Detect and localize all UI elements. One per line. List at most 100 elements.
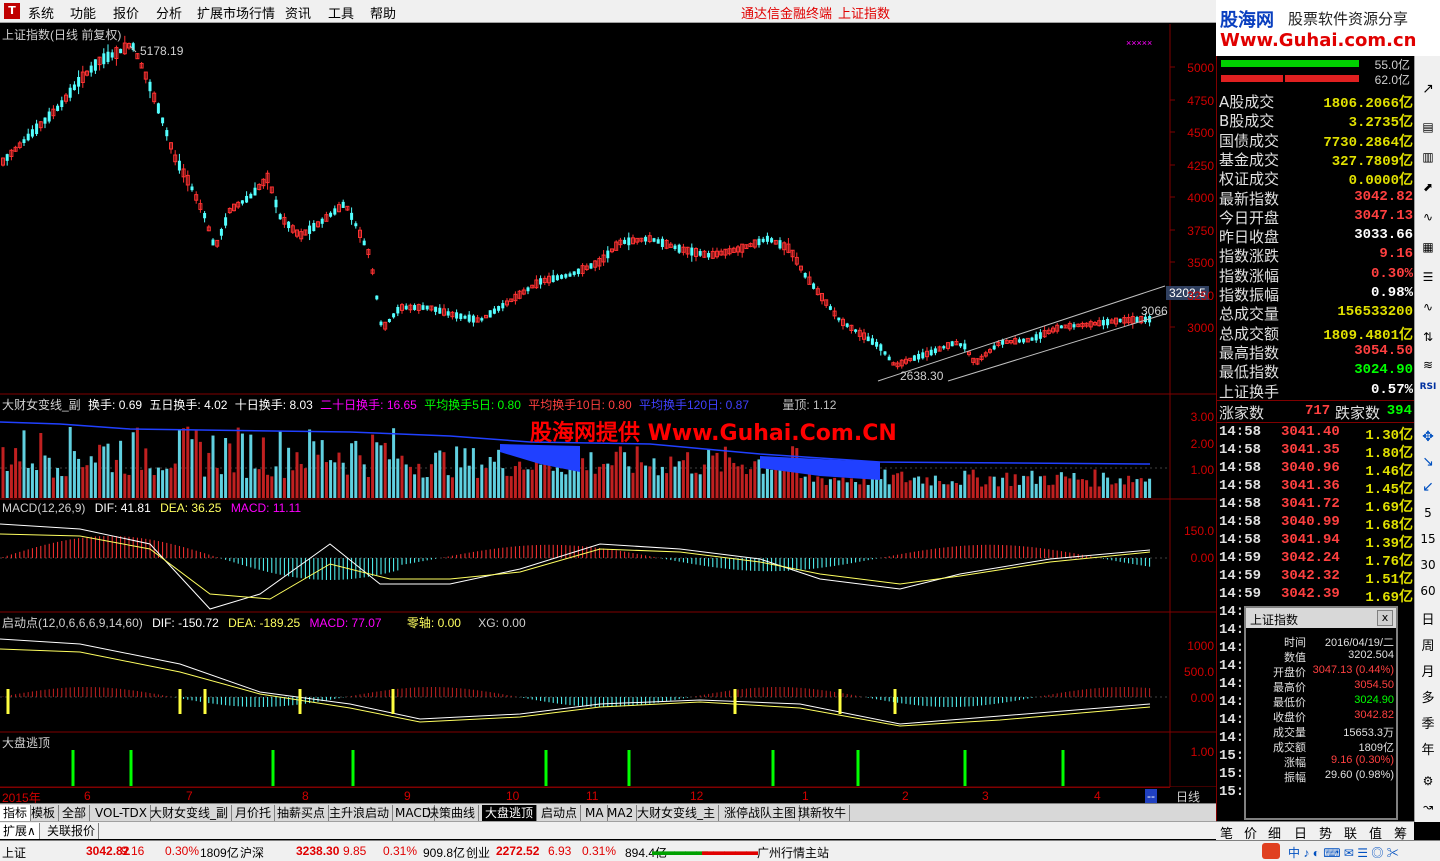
qidong-dea: DEA: -189.25 [228, 616, 301, 630]
indicator-tab[interactable]: 抽薪买点 [274, 805, 330, 821]
volume-bar [173, 463, 177, 498]
volume-bar [904, 482, 908, 498]
move-icon[interactable]: ✥ [1417, 426, 1439, 448]
indicator-tab[interactable]: 指标 [0, 805, 32, 821]
candle-body [828, 306, 832, 310]
app-logo-icon[interactable]: T [4, 3, 20, 19]
indicator-tab[interactable]: 大财女变线_主 [634, 805, 720, 821]
candle-body [778, 240, 782, 249]
server-name[interactable]: 广州行情主站 [757, 844, 829, 861]
volume-bar [463, 448, 467, 498]
period-button[interactable]: 5 [1417, 502, 1439, 524]
candle-body [921, 352, 925, 359]
chart-icon[interactable]: ∿ [1417, 206, 1439, 228]
indicator-tab[interactable]: 主升浪启动 [326, 805, 394, 821]
volume-bar [1055, 474, 1059, 498]
period-button[interactable]: 日 [1417, 610, 1439, 632]
indicator-tab[interactable]: 涨停战队主图 [721, 805, 801, 821]
volume-bar [1127, 475, 1131, 498]
menu-analysis[interactable]: 分析 [156, 3, 182, 22]
volume-bar [1013, 474, 1017, 498]
volume-bar [484, 468, 488, 498]
period-button[interactable]: 60 [1417, 580, 1439, 602]
info-row: 基金成交 327.7809亿 [1219, 149, 1415, 170]
indicator-tab[interactable]: 全部 [59, 805, 91, 821]
ime-status-icon[interactable]: 中 ♪ ◐ ⌨ ✉ ☰ ◎ ✂ [1288, 844, 1399, 861]
tick-price: 3041.72 [1281, 496, 1340, 512]
indicator-tab[interactable]: 琪新牧牛 [795, 805, 851, 821]
chart-icon[interactable]: ⬈ [1417, 176, 1439, 198]
chart-icon[interactable]: ∿ [1417, 296, 1439, 318]
volume-bar [106, 443, 110, 498]
rsi-button[interactable]: RSI [1417, 376, 1439, 398]
volume-bar [870, 476, 874, 498]
candle-body [883, 351, 887, 355]
indicator-tab[interactable]: 启动点 [538, 805, 582, 821]
indicator-tab[interactable]: MA2 [604, 805, 638, 821]
indicator-tab[interactable]: 月价托 [232, 805, 276, 821]
y-tick: 4750 [1187, 94, 1214, 108]
indicator-tab[interactable]: VOL-TDX [92, 805, 151, 821]
y-tick: 5000 [1187, 61, 1214, 75]
zoom-icon[interactable]: ↘ [1417, 451, 1439, 473]
volume-bar [211, 435, 215, 498]
volume-stat: 平均换手10日: 0.80 [528, 398, 632, 412]
chart-icon[interactable]: ▤ [1417, 116, 1439, 138]
tick-time: 14:59 [1219, 568, 1262, 584]
chart-icon[interactable]: ☰ [1417, 266, 1439, 288]
volume-bar [648, 466, 652, 498]
period-button[interactable]: 年 [1417, 740, 1439, 762]
indicator-tab[interactable]: 决策曲线 [424, 805, 480, 821]
volume-bar [240, 433, 244, 498]
popup-label: 数值 [1284, 652, 1306, 664]
popup-row: 收盘价 3042.82 [1250, 709, 1394, 724]
x-axis-corner[interactable]: -- [1145, 789, 1157, 803]
popup-title[interactable]: 上证指数 [1246, 608, 1396, 628]
volume-bar [770, 469, 774, 498]
indicator-tab[interactable]: 模板 [28, 805, 60, 821]
settings-icon[interactable]: ⚙ [1417, 770, 1439, 792]
close-icon[interactable]: x [1377, 610, 1393, 626]
chart-icon[interactable]: ⇅ [1417, 326, 1439, 348]
menu-system[interactable]: 系统 [28, 3, 54, 22]
volume-bar [102, 446, 106, 498]
tab-related-quotes[interactable]: 关联报价 [44, 823, 100, 839]
volume-bar [967, 474, 971, 498]
chart-icon[interactable]: ▦ [1417, 236, 1439, 258]
menu-quote[interactable]: 报价 [113, 3, 139, 22]
zoom-out-icon[interactable]: ↙ [1417, 476, 1439, 498]
period-button[interactable]: 多 [1417, 688, 1439, 710]
period-button[interactable]: 15 [1417, 528, 1439, 550]
candle-body [434, 306, 438, 312]
menu-extended-market[interactable]: 扩展市场行情 [197, 3, 275, 22]
chart-icon[interactable]: ≋ [1417, 354, 1439, 376]
ime-icon[interactable] [1262, 843, 1280, 859]
volume-bar [501, 468, 505, 498]
candle-body [933, 348, 937, 354]
candle-body [110, 52, 114, 58]
indicator-tab[interactable]: 大财女变线_副 [147, 805, 233, 821]
period-button[interactable]: 30 [1417, 554, 1439, 576]
info-row: 最新指数 3042.82 [1219, 188, 1415, 208]
tab-extend[interactable]: 扩展∧ [0, 823, 40, 839]
period-button[interactable]: 周 [1417, 636, 1439, 658]
period-button[interactable]: 季 [1417, 714, 1439, 736]
volume-bar [698, 474, 702, 498]
indicator-tab[interactable]: 大盘逃顶 [482, 805, 538, 821]
menu-tools[interactable]: 工具 [328, 3, 354, 22]
menu-news[interactable]: 资讯 [285, 3, 311, 22]
tick-price: 3042.32 [1281, 568, 1340, 584]
menu-help[interactable]: 帮助 [370, 3, 396, 22]
menu-function[interactable]: 功能 [70, 3, 96, 22]
volume-bar [186, 426, 190, 498]
volume-bar [711, 455, 715, 498]
popup-row: 最低价 3024.90 [1250, 694, 1394, 709]
volume-bar [312, 441, 316, 498]
chart-icon[interactable]: ▥ [1417, 146, 1439, 168]
volume-bar [539, 464, 543, 498]
wave-icon[interactable]: ↝ [1417, 796, 1439, 818]
popup-row: 最高价 3054.50 [1250, 679, 1394, 694]
volume-bar [988, 476, 992, 498]
chart-line-icon[interactable]: ↗ [1417, 78, 1439, 100]
period-button[interactable]: 月 [1417, 662, 1439, 684]
